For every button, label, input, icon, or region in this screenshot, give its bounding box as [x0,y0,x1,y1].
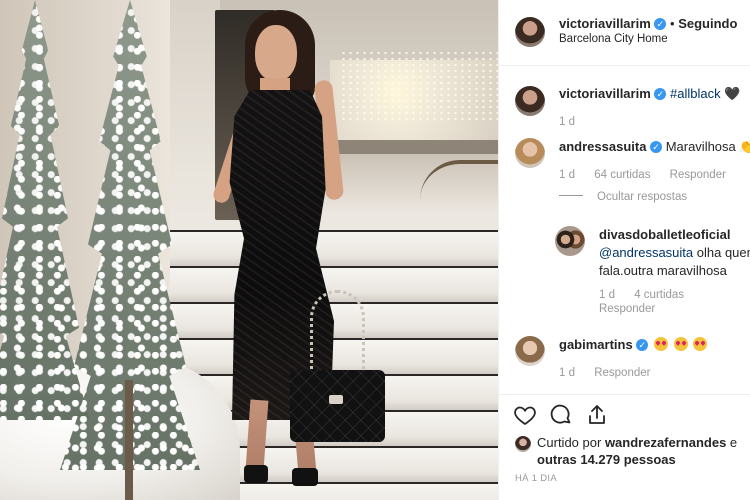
reply-time[interactable]: 1 d [599,289,615,301]
comment-time[interactable]: 1 d [559,367,575,379]
photo-bag-chain [310,290,365,380]
reply-divasdoballet: divasdoballetleoficial @andressasuita ol… [599,226,750,280]
header-separator: • [670,16,675,31]
reply-button[interactable]: Responder [670,169,726,181]
comment-username[interactable]: gabimartins [559,337,633,352]
comment-avatar[interactable] [515,138,545,168]
reply-avatar[interactable] [555,226,585,256]
heart-eyes-emoji-icon [653,337,668,351]
liked-by-suffix: e [726,435,738,450]
author-avatar[interactable] [515,17,545,47]
heart-eyes-emoji-icon [693,337,708,351]
reply-mention[interactable]: @andressasuita [599,245,693,260]
comment-time[interactable]: 1 d [559,169,575,181]
verified-badge-icon: ✓ [654,18,667,30]
post-photo[interactable] [0,0,498,500]
photo-quilted-bag [290,370,385,442]
clapping-emoji: 👏 [739,139,750,154]
reply-text-line2: fala.outra maravilhosa [599,263,727,278]
reply-username[interactable]: divasdoballetleoficial [599,227,731,242]
caption: victoriavillarim ✓ #allblack 🖤 [559,86,740,102]
reply-button[interactable]: Responder [594,367,650,379]
liker-avatar[interactable] [515,436,531,452]
comment-likes[interactable]: 64 curtidas [594,169,650,181]
comment-text: Maravilhosa [665,139,736,154]
photo-banister [420,160,498,240]
share-arrow-icon[interactable] [585,403,609,427]
photo-tree-trunk [125,380,133,500]
caption-time[interactable]: 1 d [559,116,575,128]
caption-hashtag[interactable]: #allblack [670,86,721,101]
liked-by: Curtido por wandrezafernandes e outras 1… [537,434,749,468]
reply-text-line1: olha quem [696,245,750,260]
liked-by-others[interactable]: outras 14.279 pessoas [537,452,676,467]
comment-andressasuita: andressasuita ✓ Maravilhosa 👏 [559,139,750,155]
comment-meta: 1 d Responder [559,367,666,379]
caption-meta: 1 d [559,116,591,128]
post-sidebar: victoriavillarim ✓ • Seguindo Barcelona … [498,0,750,500]
comment-bubble-icon[interactable] [549,403,573,427]
black-heart-emoji: 🖤 [724,86,741,101]
caption-username[interactable]: victoriavillarim [559,86,651,101]
actions-divider [499,394,750,395]
comment-username[interactable]: andressasuita [559,139,646,154]
verified-badge-icon: ✓ [650,141,663,153]
post-timestamp[interactable]: HÁ 1 DIA [515,473,557,484]
following-button[interactable]: Seguindo [678,16,737,31]
hide-replies-button[interactable]: Ocultar respostas [559,191,687,203]
heart-outline-icon[interactable] [513,403,537,427]
comment-gabimartins: gabimartins ✓ [559,337,708,352]
reply-meta: 1 d 4 curtidas Responder [599,288,700,316]
header-title-line: victoriavillarim ✓ • Seguindo [559,16,737,31]
location-link[interactable]: Barcelona City Home [559,33,668,45]
reply-reply-button[interactable]: Responder [599,303,655,315]
liked-by-username[interactable]: wandrezafernandes [605,435,726,450]
verified-badge-icon: ✓ [654,88,667,100]
verified-badge-icon: ✓ [636,339,649,351]
liked-by-prefix: Curtido por [537,435,602,450]
post-header: victoriavillarim ✓ • Seguindo Barcelona … [499,0,750,66]
heart-eyes-emoji-icon [673,337,688,351]
comment-meta: 1 d 64 curtidas Responder [559,169,742,181]
author-username[interactable]: victoriavillarim [559,16,651,31]
comment-avatar[interactable] [515,336,545,366]
reply-likes[interactable]: 4 curtidas [634,289,684,301]
photo-bag-clasp [329,395,343,404]
caption-avatar[interactable] [515,86,545,116]
comments-list: victoriavillarim ✓ #allblack 🖤 1 d andre… [499,66,750,394]
